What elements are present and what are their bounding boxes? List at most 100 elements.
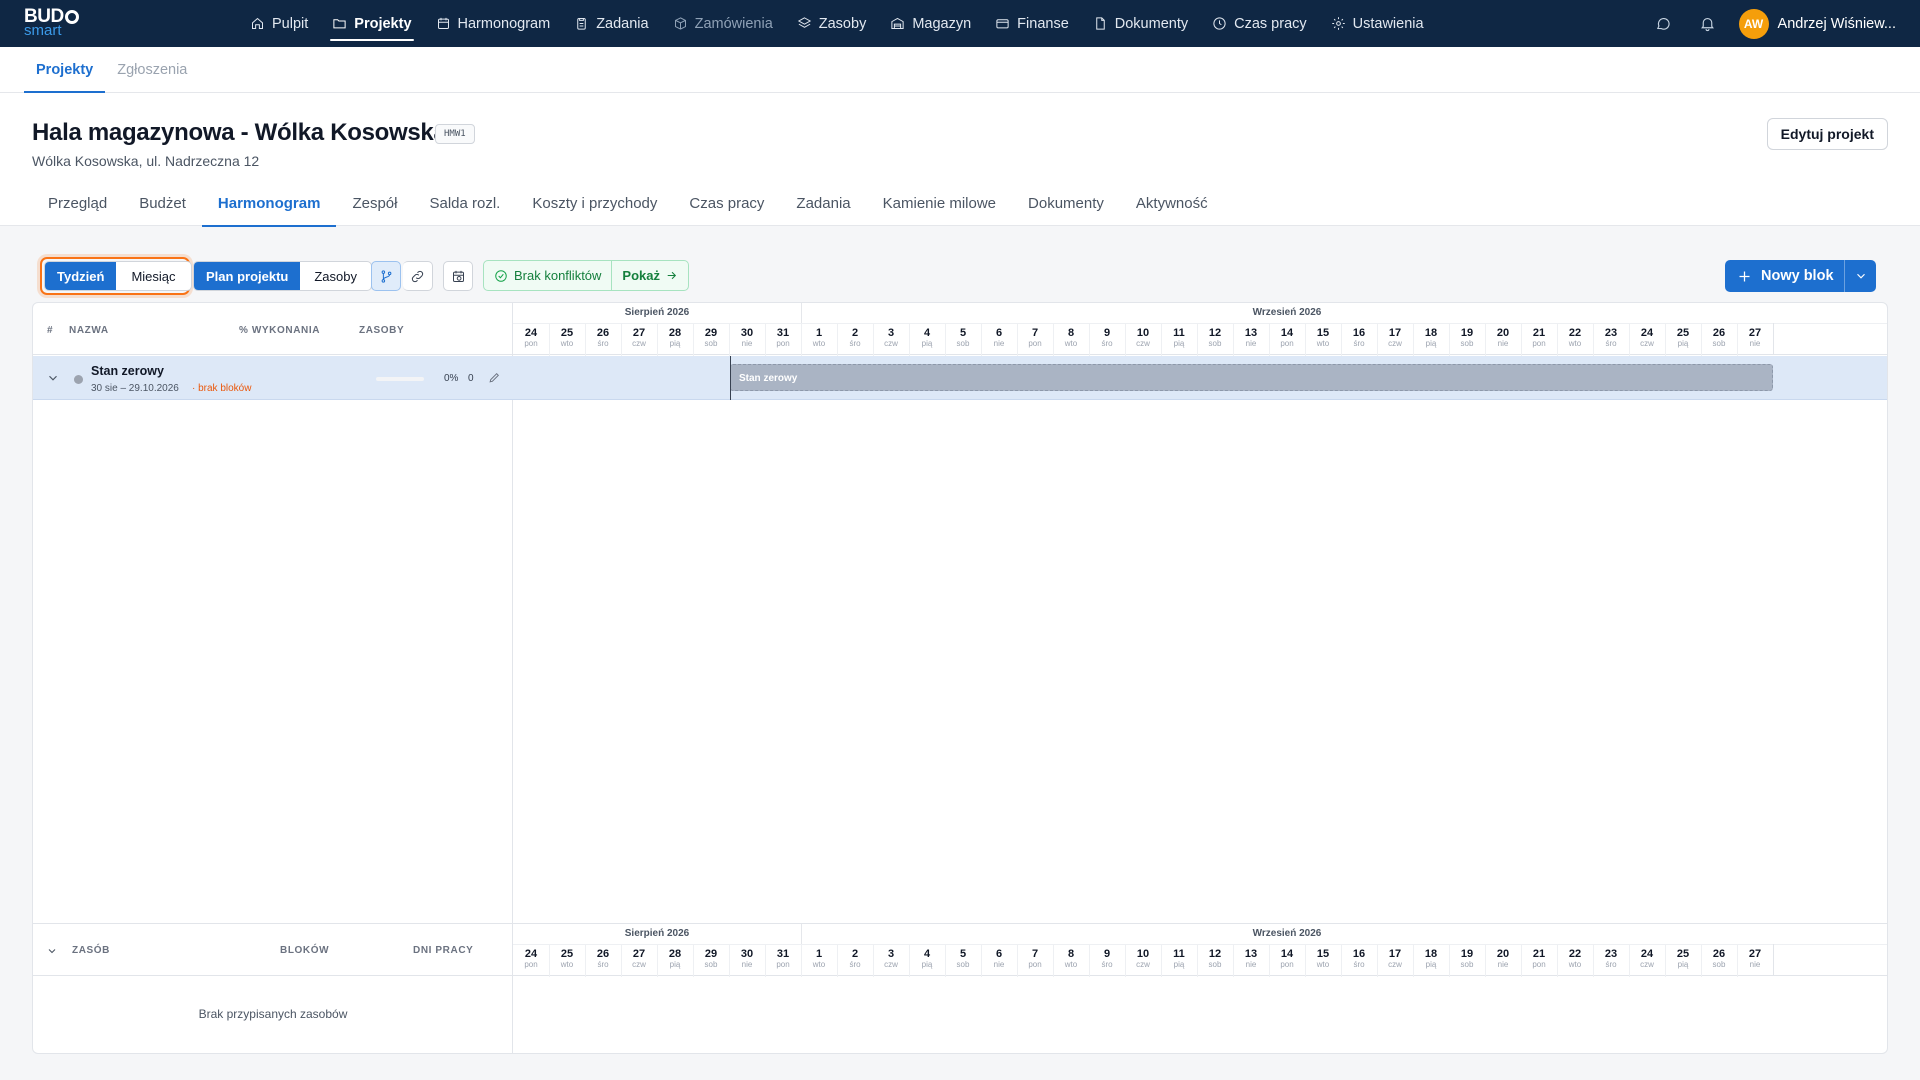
nav-item-projekty[interactable]: Projekty — [320, 0, 423, 47]
tab-budżet[interactable]: Budżet — [123, 181, 202, 226]
status-dot — [74, 375, 83, 384]
gear-icon — [1331, 17, 1345, 30]
link-toggle[interactable] — [403, 261, 433, 291]
timeline-day-cell: 6 nie — [993, 327, 1005, 348]
day-gridline — [729, 945, 730, 977]
dependencies-toggle[interactable] — [371, 261, 401, 291]
folder-icon — [333, 19, 346, 29]
task-name: Stan zerowy — [91, 364, 164, 378]
tab-harmonogram[interactable]: Harmonogram — [201, 181, 337, 227]
resources-timeline-day-cell: 21 pon — [1532, 948, 1546, 969]
day-gridline — [1665, 324, 1666, 356]
resources-timeline-day-cell: 30 nie — [740, 948, 754, 969]
day-gridline — [621, 324, 622, 356]
user-menu[interactable]: AW Andrzej Wiśniew... — [1738, 8, 1896, 39]
view-month-button[interactable]: Miesiąc — [116, 262, 190, 290]
timeline-day-cell: 7 pon — [1028, 327, 1042, 348]
day-gridline — [549, 324, 550, 356]
day-gridline — [1125, 324, 1126, 356]
tab-zespół[interactable]: Zespół — [336, 181, 413, 226]
progress-bar — [376, 377, 424, 381]
day-gridline — [1377, 324, 1378, 356]
empty-resources-message: Brak przypisanych zasobów — [198, 1007, 348, 1021]
col-resources[interactable]: ZASOBY — [359, 325, 404, 336]
timeline-day-cell: 13 nie — [1244, 327, 1258, 348]
link-icon — [411, 270, 424, 282]
nav-item-czas-pracy[interactable]: Czas pracy — [1200, 0, 1319, 47]
tab-zadania[interactable]: Zadania — [780, 181, 866, 226]
task-dates: 30 sie – 29.10.2026 — [91, 383, 179, 394]
warehouse-icon — [891, 17, 904, 29]
tab-dokumenty[interactable]: Dokumenty — [1012, 181, 1120, 226]
nav-item-zadania[interactable]: Zadania — [562, 0, 660, 47]
tab-salda-rozl-[interactable]: Salda rozl. — [413, 181, 516, 226]
day-gridline — [1053, 945, 1054, 977]
edit-project-button[interactable]: Edytuj projekt — [1766, 118, 1888, 150]
nav-item-zamówienia[interactable]: Zamówienia — [661, 0, 785, 47]
card-icon — [996, 19, 1009, 29]
gantt-bar[interactable]: Stan zerowy — [730, 364, 1773, 391]
calendar-settings-button[interactable] — [443, 261, 473, 291]
col-name[interactable]: NAZWA — [69, 325, 109, 336]
new-block-dropdown[interactable] — [1844, 260, 1876, 292]
chevron-down-icon[interactable] — [46, 371, 60, 385]
day-gridline — [1701, 945, 1702, 977]
day-gridline — [1449, 324, 1450, 356]
resources-timeline-day-cell: 22 wto — [1568, 948, 1582, 969]
resources-timeline-day-cell: 9 śro — [1101, 948, 1113, 969]
day-gridline — [1305, 324, 1306, 356]
subtab-zgłoszenia[interactable]: Zgłoszenia — [105, 47, 199, 92]
nav-item-harmonogram[interactable]: Harmonogram — [424, 0, 563, 47]
task-row[interactable]: Stan zerowy 30 sie – 29.10.2026 · brak b… — [33, 356, 1887, 400]
nav-item-ustawienia[interactable]: Ustawienia — [1319, 0, 1436, 47]
tab-koszty-i-przychody[interactable]: Koszty i przychody — [516, 181, 673, 226]
nav-item-dokumenty[interactable]: Dokumenty — [1081, 0, 1200, 47]
day-gridline — [1053, 324, 1054, 356]
day-gridline — [981, 324, 982, 356]
chevron-down-icon — [1856, 273, 1865, 279]
pencil-icon[interactable] — [488, 371, 501, 384]
new-block-button[interactable]: Nowy blok — [1725, 268, 1844, 284]
bell-icon[interactable] — [1695, 11, 1721, 37]
day-gridline — [1017, 945, 1018, 977]
timeline-day-cell: 3 czw — [884, 327, 898, 348]
box-icon — [674, 17, 686, 30]
tab-aktywność[interactable]: Aktywność — [1120, 181, 1224, 226]
col-progress[interactable]: % WYKONANIA — [239, 325, 320, 336]
chat-icon[interactable] — [1651, 11, 1677, 37]
timeline-day-cell: 24 czw — [1640, 327, 1654, 348]
timeline-day-cell: 10 czw — [1136, 327, 1150, 348]
gantt-bar-label: Stan zerowy — [739, 373, 798, 384]
subtab-projekty[interactable]: Projekty — [24, 47, 106, 93]
conflicts-label: Brak konfliktów — [514, 268, 602, 283]
timeline-day-cell: 25 pią — [1676, 327, 1690, 348]
nav-item-magazyn[interactable]: Magazyn — [878, 0, 983, 47]
timeline-day-cell: 2 śro — [849, 327, 861, 348]
nav-item-zasoby[interactable]: Zasoby — [785, 0, 879, 47]
nav-item-finanse[interactable]: Finanse — [983, 0, 1081, 47]
tab-kamienie-milowe[interactable]: Kamienie milowe — [867, 181, 1012, 226]
day-gridline — [1233, 945, 1234, 977]
day-gridline — [981, 945, 982, 977]
resources-timeline-day-cell: 16 śro — [1352, 948, 1366, 969]
chevron-down-icon[interactable] — [46, 945, 58, 957]
branch-icon — [381, 269, 391, 283]
tab-przegląd[interactable]: Przegląd — [32, 181, 123, 226]
top-navbar: BUD smart Pulpit Projekty Harmonogram Zadan… — [0, 0, 1920, 47]
view-week-button[interactable]: Tydzień — [45, 262, 117, 290]
day-gridline — [1269, 945, 1270, 977]
show-conflicts-button[interactable]: Pokaż — [612, 261, 688, 290]
timeline-day-cell: 18 pią — [1424, 327, 1438, 348]
view-toggle: Tydzień Miesiąc — [44, 261, 192, 291]
timeline-day-cell: 8 wto — [1064, 327, 1078, 348]
day-gridline — [621, 945, 622, 977]
tab-czas-pracy[interactable]: Czas pracy — [673, 181, 780, 226]
timeline-day-cell: 9 śro — [1101, 327, 1113, 348]
day-gridline — [693, 945, 694, 977]
nav-item-pulpit[interactable]: Pulpit — [238, 0, 320, 47]
resources-timeline-day-cell: 4 pią — [921, 948, 933, 969]
timeline-header: Sierpień 2026 Wrzesień 2026 24 pon 25 wto 26 śr… — [513, 303, 1887, 356]
resources-mode-button[interactable]: Zasoby — [300, 262, 371, 290]
brand-logo[interactable]: BUD smart — [24, 7, 84, 40]
plan-mode-button[interactable]: Plan projektu — [194, 262, 301, 290]
